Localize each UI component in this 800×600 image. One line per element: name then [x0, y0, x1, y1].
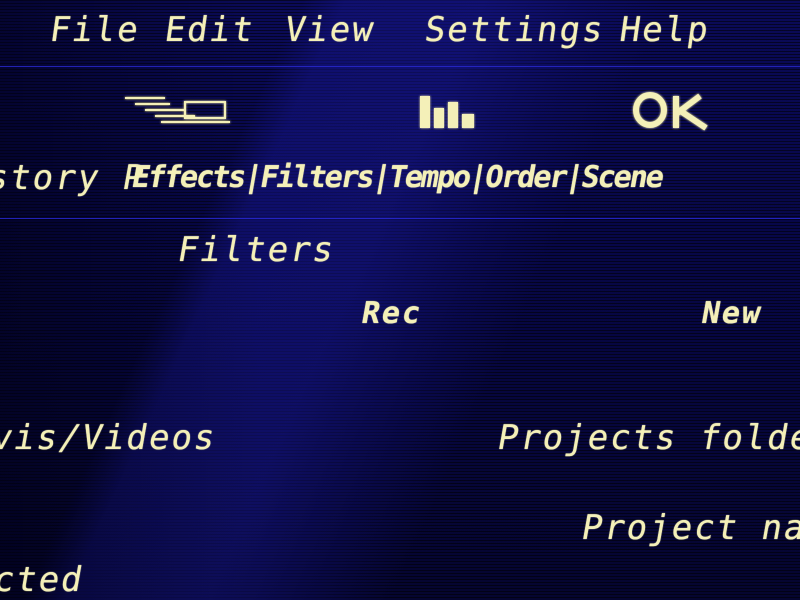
toolbar-divider: [0, 218, 800, 219]
new-button[interactable]: New: [699, 296, 765, 331]
menu-divider: [0, 66, 800, 67]
menu-help[interactable]: Help: [617, 10, 713, 50]
chart-icon[interactable]: [418, 92, 478, 132]
record-button[interactable]: Rec: [359, 296, 425, 331]
left-shadow: [0, 0, 260, 600]
menu-settings[interactable]: Settings: [422, 10, 607, 50]
videos-path[interactable]: vis/Videos: [0, 418, 220, 458]
ok-icon[interactable]: [632, 92, 712, 132]
list-icon[interactable]: [125, 92, 235, 132]
filters-label[interactable]: Filters: [174, 230, 338, 270]
projects-folder-label[interactable]: Projects folder: [494, 418, 800, 458]
effects-tabs[interactable]: Effects|Filters|Tempo|Order|Scene: [129, 160, 665, 195]
menu-file[interactable]: File: [47, 10, 143, 50]
menu-view[interactable]: View: [282, 10, 378, 50]
selected-label: cted: [0, 560, 87, 600]
project-name-field[interactable]: Project name: [578, 508, 800, 548]
history-strip: story P: [0, 158, 149, 198]
menu-edit[interactable]: Edit: [162, 10, 258, 50]
